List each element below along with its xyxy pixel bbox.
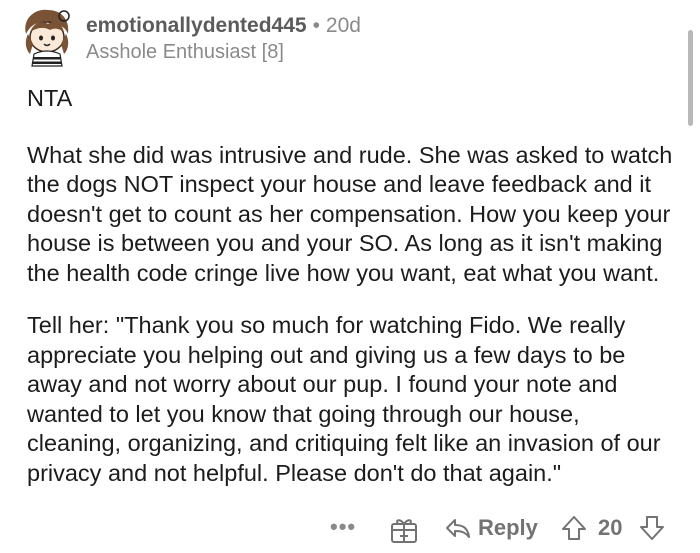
reply-button[interactable]: Reply xyxy=(444,512,538,544)
comment-body: NTA What she did was intrusive and rude.… xyxy=(27,84,677,488)
downvote-arrow-icon[interactable] xyxy=(638,514,666,542)
upvote-arrow-icon[interactable] xyxy=(560,514,588,542)
scrollbar[interactable] xyxy=(688,30,693,126)
meta-separator: • xyxy=(312,14,320,37)
vote-score: 20 xyxy=(598,515,623,540)
comment-actions: ••• Reply 20 xyxy=(0,512,700,546)
avatar-icon xyxy=(25,9,70,67)
author-username[interactable]: emotionallydented445 xyxy=(86,14,307,37)
reply-label: Reply xyxy=(478,515,538,540)
comment-paragraph: NTA xyxy=(27,85,73,111)
comment-age: 20d xyxy=(325,14,361,37)
reply-arrow-icon xyxy=(446,519,470,538)
user-flair: Asshole Enthusiast [8] xyxy=(86,41,284,63)
more-options-button[interactable]: ••• xyxy=(330,512,356,542)
author-line: emotionallydented445 • 20d xyxy=(86,13,361,39)
gift-award-icon[interactable] xyxy=(388,514,420,544)
comment: emotionallydented445 • 20d Asshole Enthusi… xyxy=(0,0,700,553)
avatar[interactable] xyxy=(14,4,78,68)
comment-paragraph: Tell her: "Thank you so much for watchin… xyxy=(27,312,661,486)
comment-meta: emotionallydented445 • 20d Asshole Enthusi… xyxy=(86,13,361,65)
comment-paragraph: What she did was intrusive and rude. She… xyxy=(27,141,673,286)
